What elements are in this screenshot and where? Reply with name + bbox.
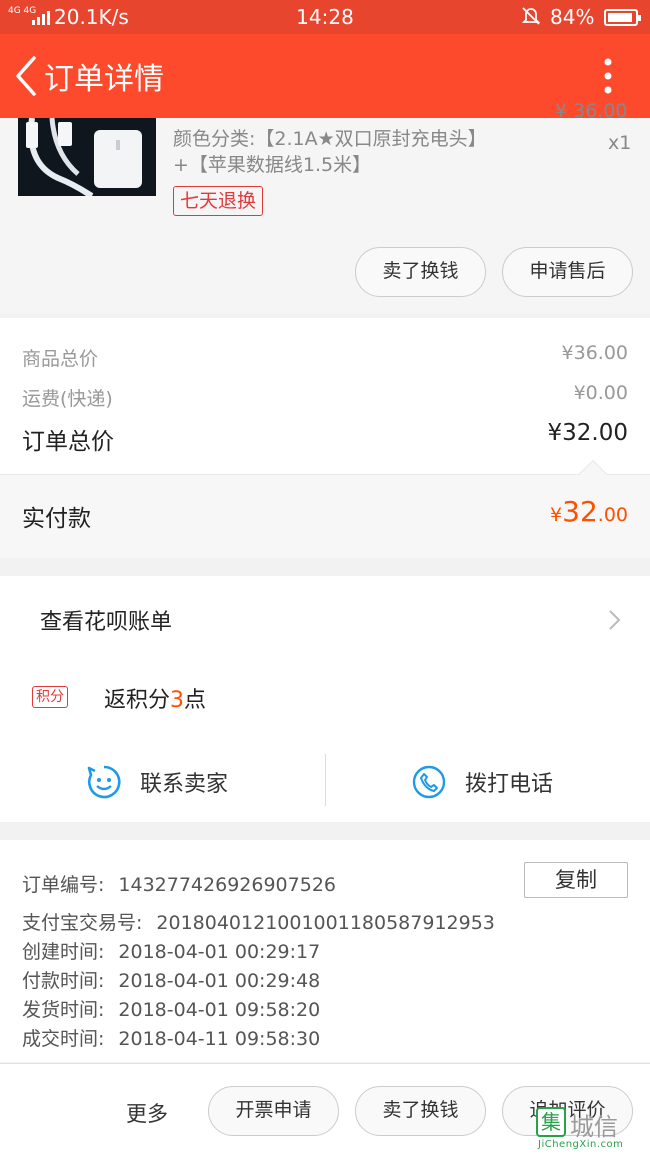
info-key: 付款时间: [22, 970, 105, 992]
chat-smile-icon [86, 764, 122, 800]
product-spec: 颜色分类:【2.1A★双口原封充电头】 [173, 128, 487, 150]
seven-day-return-badge: 七天退换 [173, 186, 264, 216]
points-suffix: 点 [184, 688, 207, 713]
completed-time: 成交时间: 2018-04-11 09:58:30 [22, 1024, 320, 1051]
mute-bell-icon [520, 5, 542, 32]
watermark-logo: 集 城信 JiChengXin.com [532, 1105, 650, 1155]
actual-payment-value: ¥32.00 [550, 495, 628, 528]
info-key: 支付宝交易号: [22, 912, 143, 934]
watermark-url: JiChengXin.com [538, 1139, 624, 1150]
actual-payment: 实付款 ¥32.00 [0, 459, 650, 558]
info-key: 发货时间: [22, 999, 105, 1021]
contact-row: 联系卖家 拨打电话 [0, 752, 650, 822]
info-value: 2018-04-01 00:29:48 [118, 970, 321, 992]
product-quantity: x1 [608, 132, 632, 154]
status-bar: 4G 4G 20.1K/s 14:28 84% [0, 0, 650, 34]
after-sale-button[interactable]: 申请售后 [502, 247, 633, 297]
copy-button[interactable]: 复制 [524, 862, 628, 898]
more-actions-button[interactable]: 更多 [126, 1098, 168, 1128]
more-menu-icon[interactable] [598, 56, 618, 96]
order-total-label: 订单总价 [22, 429, 114, 455]
call-phone-button[interactable]: 拨打电话 [325, 752, 650, 822]
huabei-bill-label: 查看花呗账单 [40, 610, 173, 635]
page-title: 订单详情 [44, 62, 164, 97]
info-value: 2018-04-11 09:58:30 [118, 1028, 321, 1050]
sell-for-cash-bottom-button[interactable]: 卖了换钱 [355, 1086, 486, 1136]
yen-sign: ¥ [550, 504, 563, 526]
watermark-mark: 集 [536, 1107, 566, 1137]
info-key: 成交时间: [22, 1028, 105, 1050]
service-section: 查看花呗账单 积分 返积分3点 联系卖家 拨打电话 [0, 576, 650, 822]
phone-icon [411, 764, 447, 800]
battery-icon [604, 9, 641, 26]
call-phone-label: 拨打电话 [465, 772, 554, 797]
price-summary: 商品总价 ¥36.00 运费(快递) ¥0.00 订单总价 ¥32.00 [0, 318, 650, 474]
contact-seller-button[interactable]: 联系卖家 [0, 752, 325, 822]
info-value: 143277426926907526 [118, 874, 336, 896]
product-image[interactable] [18, 118, 156, 196]
actual-payment-label: 实付款 [22, 506, 91, 532]
header: 订单详情 [0, 34, 650, 118]
info-value: 2018-04-01 09:58:20 [118, 999, 321, 1021]
goods-total-value: ¥36.00 [561, 342, 628, 364]
invoice-request-button[interactable]: 开票申请 [208, 1086, 339, 1136]
info-key: 创建时间: [22, 941, 105, 963]
info-key: 订单编号: [22, 874, 105, 896]
points-row: 积分 返积分3点 [0, 672, 650, 732]
chevron-right-icon [606, 608, 622, 632]
points-text: 返积分3点 [104, 682, 206, 714]
created-time: 创建时间: 2018-04-01 00:29:17 [22, 937, 320, 964]
watermark-text: 城信 [570, 1113, 618, 1141]
points-prefix: 返积分 [104, 688, 171, 713]
goods-total-label: 商品总价 [22, 348, 99, 370]
points-number: 3 [170, 688, 185, 713]
product-price: ¥ 36.00 [555, 100, 628, 122]
order-total-value: ¥32.00 [547, 420, 628, 446]
product-card: ¥ 36.00 颜色分类:【2.1A★双口原封充电头】 +【苹果数据线1.5米】… [0, 100, 650, 314]
paid-decimal: .00 [597, 504, 628, 526]
battery-level: 84% [550, 5, 595, 29]
order-number: 订单编号: 143277426926907526 [22, 870, 336, 897]
shipped-time: 发货时间: 2018-04-01 09:58:20 [22, 995, 320, 1022]
info-value: 2018040121001001180587912953 [156, 912, 495, 934]
info-value: 2018-04-01 00:29:17 [118, 941, 321, 963]
paid-time: 付款时间: 2018-04-01 00:29:48 [22, 966, 320, 993]
product-spec-extra: +【苹果数据线1.5米】 [173, 154, 372, 176]
shipping-value: ¥0.00 [573, 382, 628, 404]
order-info: 复制 订单编号: 143277426926907526 支付宝交易号: 201804… [0, 840, 650, 1062]
shipping-label: 运费(快递) [22, 388, 113, 410]
sell-for-cash-button[interactable]: 卖了换钱 [355, 247, 486, 297]
contact-seller-label: 联系卖家 [140, 772, 229, 797]
huabei-bill-row[interactable]: 查看花呗账单 [0, 576, 650, 662]
alipay-trade-number: 支付宝交易号: 2018040121001001180587912953 [22, 908, 495, 935]
back-arrow-icon[interactable] [10, 54, 40, 98]
paid-integer: 32 [562, 495, 598, 528]
points-tag: 积分 [32, 686, 68, 708]
